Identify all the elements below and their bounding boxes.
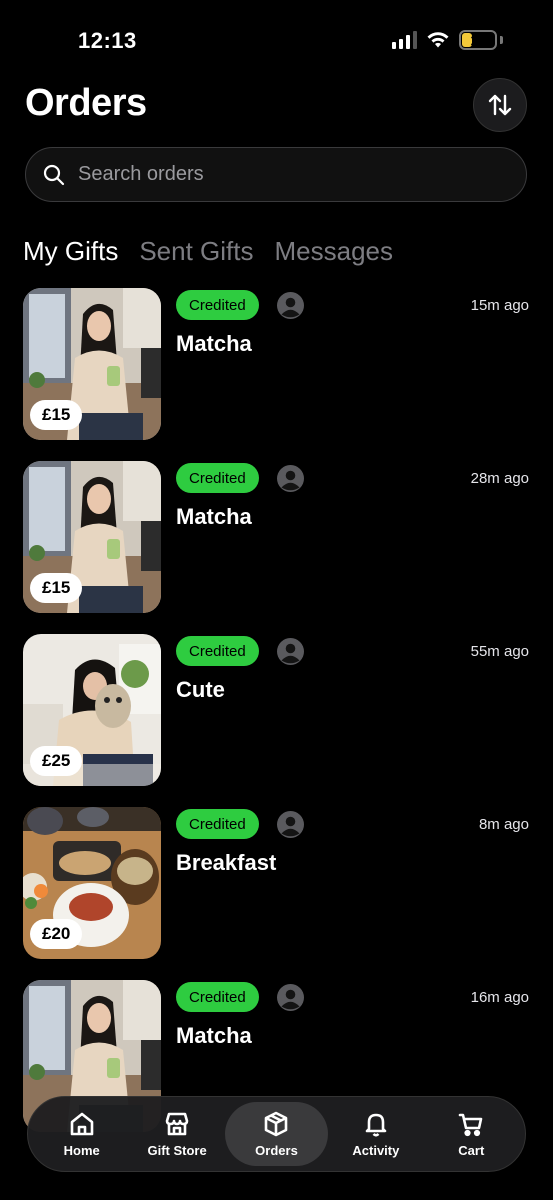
price-badge: £15: [30, 573, 83, 603]
sort-arrows-icon: [488, 94, 512, 116]
nav-orders[interactable]: Orders: [224, 1102, 329, 1166]
tab-messages[interactable]: Messages: [275, 236, 394, 267]
wifi-icon: [427, 32, 449, 48]
bell-icon: [362, 1110, 390, 1138]
order-row[interactable]: £15 Credited Matcha 15m ago: [0, 288, 553, 440]
nav-label: Activity: [352, 1143, 400, 1158]
order-row[interactable]: £15 Credited Matcha 28m ago: [0, 461, 553, 613]
status-bar: 12:13 13: [0, 0, 553, 80]
order-thumbnail: £15: [23, 461, 161, 613]
status-badge: Credited: [176, 809, 259, 839]
tab-my-gifts[interactable]: My Gifts: [23, 236, 118, 267]
search-input[interactable]: [78, 163, 478, 186]
order-thumbnail: £20: [23, 807, 161, 959]
nav-label: Home: [63, 1143, 100, 1158]
time-ago: 55m ago: [470, 643, 529, 660]
nav-gift-store[interactable]: Gift Store: [129, 1102, 224, 1166]
battery-level: 13: [470, 32, 486, 48]
search-bar[interactable]: [25, 147, 527, 202]
bottom-nav: Home Gift Store Orders Activity Cart: [27, 1096, 526, 1172]
box-icon: [262, 1110, 290, 1138]
time-ago: 8m ago: [478, 816, 529, 833]
user-avatar-icon: [277, 465, 304, 492]
order-thumbnail: £25: [23, 634, 161, 786]
user-avatar-icon: [277, 638, 304, 665]
search-icon: [42, 163, 66, 187]
nav-activity[interactable]: Activity: [328, 1102, 423, 1166]
status-time: 12:13: [78, 28, 137, 53]
time-ago: 28m ago: [470, 470, 529, 487]
page-title: Orders: [25, 82, 147, 124]
order-row[interactable]: £20 Credited Breakfast 8m ago: [0, 807, 553, 959]
price-badge: £20: [30, 919, 83, 949]
nav-cart[interactable]: Cart: [424, 1102, 519, 1166]
order-thumbnail: £15: [23, 288, 161, 440]
tab-bar: My Gifts Sent Gifts Messages: [23, 236, 393, 267]
battery-icon: 13: [459, 30, 497, 50]
nav-label: Gift Store: [147, 1143, 207, 1158]
order-row[interactable]: £25 Credited Cute 55m ago: [0, 634, 553, 786]
home-icon: [68, 1110, 96, 1138]
cellular-signal-icon: [392, 31, 417, 49]
item-name: Matcha: [176, 504, 252, 529]
status-badge: Credited: [176, 982, 259, 1012]
user-avatar-icon: [277, 292, 304, 319]
item-name: Breakfast: [176, 850, 277, 875]
status-badge: Credited: [176, 290, 259, 320]
sort-button[interactable]: [473, 78, 527, 132]
item-name: Matcha: [176, 1023, 252, 1048]
status-icons: 13: [392, 30, 503, 50]
price-badge: £15: [30, 400, 83, 430]
status-badge: Credited: [176, 636, 259, 666]
nav-home[interactable]: Home: [34, 1102, 129, 1166]
cart-icon: [457, 1110, 485, 1138]
price-badge: £25: [30, 746, 83, 776]
time-ago: 15m ago: [470, 297, 529, 314]
user-avatar-icon: [277, 811, 304, 838]
store-icon: [163, 1110, 191, 1138]
user-avatar-icon: [277, 984, 304, 1011]
item-name: Matcha: [176, 331, 252, 356]
status-badge: Credited: [176, 463, 259, 493]
tab-sent-gifts[interactable]: Sent Gifts: [139, 236, 253, 267]
nav-label: Cart: [458, 1143, 485, 1158]
item-name: Cute: [176, 677, 225, 702]
nav-label: Orders: [255, 1143, 298, 1158]
time-ago: 16m ago: [470, 989, 529, 1006]
